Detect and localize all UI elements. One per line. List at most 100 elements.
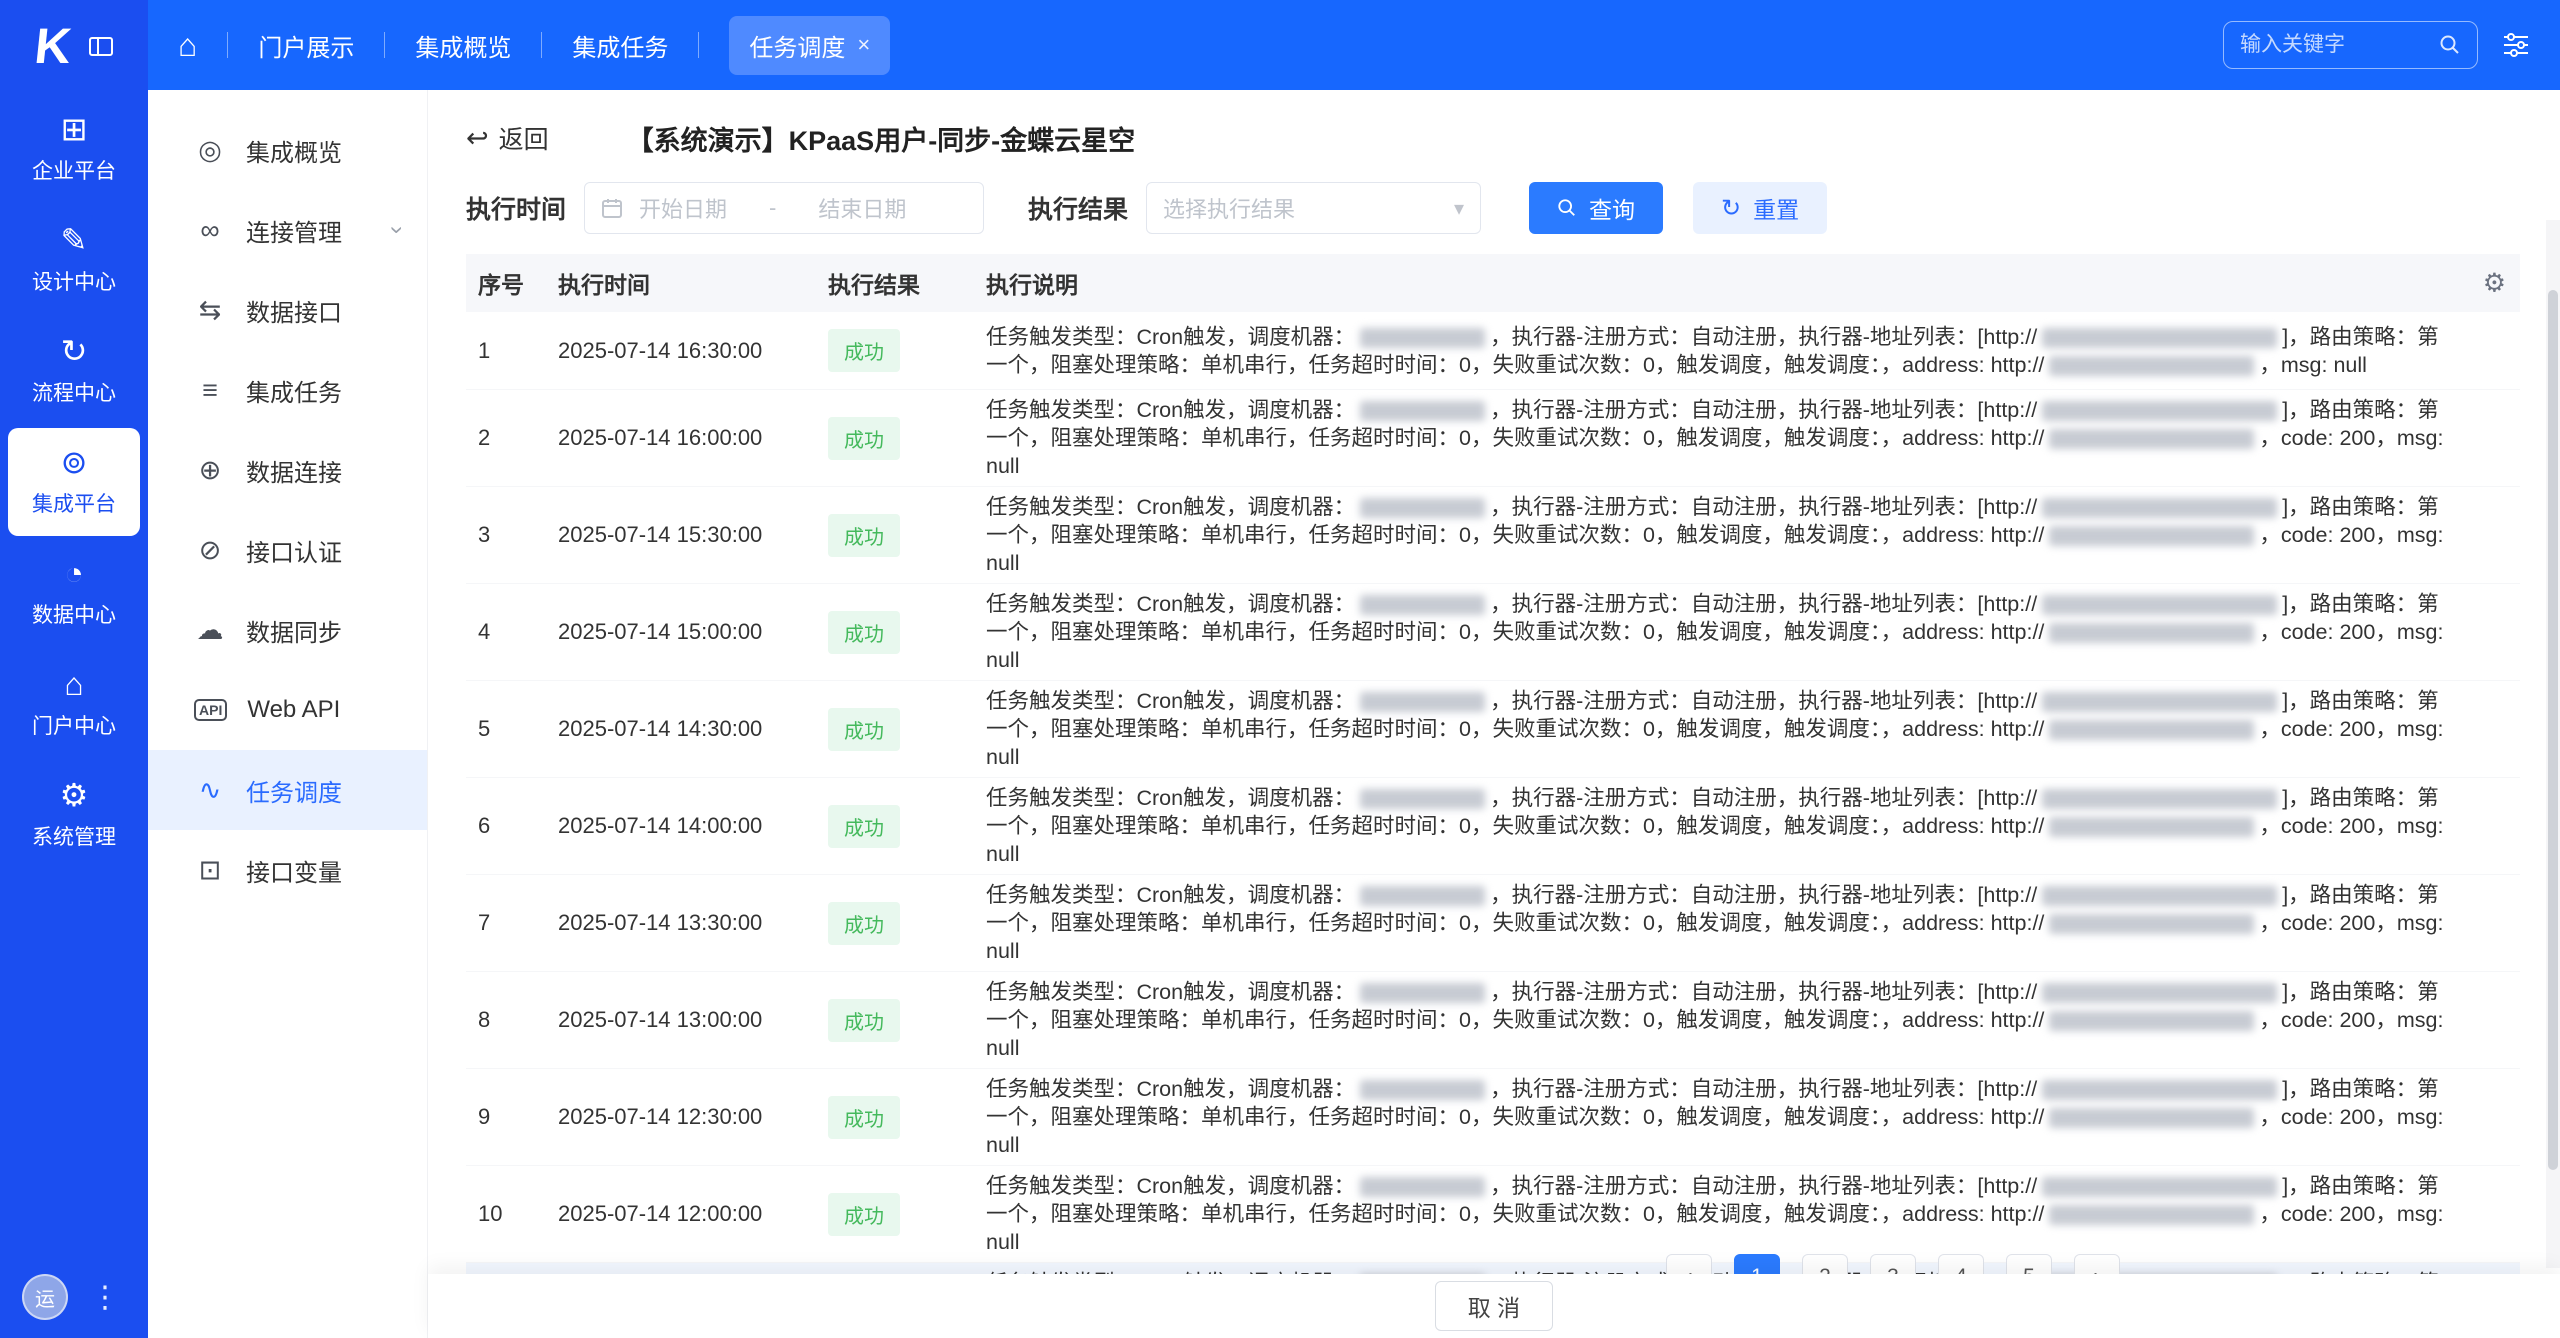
redacted-text (2049, 817, 2254, 837)
search-icon (1557, 198, 1577, 218)
redacted-text (2042, 595, 2277, 615)
query-button[interactable]: 查询 (1529, 182, 1663, 234)
cell-result: 成功 (828, 902, 986, 945)
connect-icon: ∞ (194, 217, 226, 244)
rail-item-label: 门户中心 (32, 710, 116, 740)
start-date-placeholder[interactable]: 开始日期 (639, 192, 727, 224)
footer-bar: 取 消 (428, 1274, 2560, 1338)
sidebar-item-接口认证[interactable]: ⊘ 接口认证 (148, 510, 427, 590)
table-settings-gear-icon[interactable]: ⚙ (2483, 268, 2506, 299)
rail-item-label: 企业平台 (32, 155, 116, 185)
design-icon: ✎ (61, 224, 88, 256)
rail-item-系统管理[interactable]: ⚙ 系统管理 (8, 761, 140, 869)
redacted-text (1360, 886, 1485, 906)
topnav-集成概览[interactable]: 集成概览 (415, 28, 511, 63)
table-row[interactable]: 10 2025-07-14 12:00:00 成功 任务触发类型：Cron触发，… (466, 1166, 2520, 1263)
table-row[interactable]: 1 2025-07-14 16:30:00 成功 任务触发类型：Cron触发，调… (466, 312, 2520, 390)
back-label: 返回 (499, 120, 549, 156)
filter-time-label: 执行时间 (466, 190, 566, 226)
table-row[interactable]: 3 2025-07-14 15:30:00 成功 任务触发类型：Cron触发，调… (466, 487, 2520, 584)
collapse-panel-icon[interactable] (89, 37, 113, 56)
rail-item-设计中心[interactable]: ✎ 设计中心 (8, 206, 140, 314)
redacted-text (1360, 498, 1485, 518)
topnav-集成任务[interactable]: 集成任务 (572, 28, 668, 63)
cell-description: 任务触发类型：Cron触发，调度机器：，执行器-注册方式：自动注册，执行器-地址… (986, 584, 2520, 680)
topbar: ⌂ 门户展示 集成概览 集成任务 任务调度 × (148, 0, 2560, 90)
divider (384, 32, 385, 58)
sidebar-item-集成概览[interactable]: ◎ 集成概览 (148, 110, 427, 190)
sidebar-item-label: 接口变量 (246, 853, 342, 888)
query-label: 查询 (1589, 191, 1635, 225)
sidebar-item-Web API[interactable]: API Web API (148, 670, 427, 750)
date-range-picker[interactable]: 开始日期 - 结束日期 (584, 182, 984, 234)
close-icon[interactable]: × (857, 32, 870, 58)
topbar-nav: 门户展示 集成概览 集成任务 (258, 28, 729, 63)
sidebar-item-集成任务[interactable]: ≡ 集成任务 (148, 350, 427, 430)
redacted-text (2042, 789, 2277, 809)
reset-button[interactable]: ↻ 重置 (1693, 182, 1827, 234)
table-row[interactable]: 2 2025-07-14 16:00:00 成功 任务触发类型：Cron触发，调… (466, 390, 2520, 487)
more-options-icon[interactable]: ⋮ (90, 1280, 120, 1315)
redacted-text (2049, 1011, 2254, 1031)
back-arrow-icon: ↩ (466, 123, 489, 154)
tab-task-schedule[interactable]: 任务调度 × (729, 16, 890, 75)
sidebar-item-数据连接[interactable]: ⊕ 数据连接 (148, 430, 427, 510)
result-select[interactable]: 选择执行结果 ▾ (1146, 182, 1481, 234)
redacted-text (1360, 1177, 1485, 1197)
sidebar-item-连接管理[interactable]: ∞ 连接管理 › (148, 190, 427, 270)
topnav-门户展示[interactable]: 门户展示 (258, 28, 354, 63)
search-input[interactable] (2240, 33, 2429, 57)
main-content: ↩ 返回 【系统演示】KPaaS用户-同步-金蝶云星空 执行时间 开始日期 - (428, 90, 2560, 1338)
scrollbar-thumb[interactable] (2548, 290, 2558, 1170)
cell-time: 2025-07-14 13:30:00 (558, 910, 828, 936)
cell-index: 3 (466, 522, 558, 548)
table-row[interactable]: 8 2025-07-14 13:00:00 成功 任务触发类型：Cron触发，调… (466, 972, 2520, 1069)
status-badge: 成功 (828, 805, 900, 848)
sidebar-item-label: 集成任务 (246, 373, 342, 408)
search-icon[interactable] (2439, 34, 2461, 56)
sidebar-item-接口变量[interactable]: ⊡ 接口变量 (148, 830, 427, 910)
cell-time: 2025-07-14 15:00:00 (558, 619, 828, 645)
rail-item-门户中心[interactable]: ⌂ 门户中心 (8, 650, 140, 758)
avatar[interactable]: 运 (22, 1274, 68, 1320)
home-icon[interactable]: ⌂ (178, 29, 197, 61)
back-button[interactable]: ↩ 返回 (466, 120, 549, 156)
rail-item-企业平台[interactable]: ⊞ 企业平台 (8, 95, 140, 203)
api-icon: ⇆ (194, 297, 226, 324)
sidebar-item-数据接口[interactable]: ⇆ 数据接口 (148, 270, 427, 350)
rail-item-label: 集成平台 (32, 488, 116, 518)
cell-index: 9 (466, 1104, 558, 1130)
date-separator: - (769, 195, 776, 221)
redacted-text (2042, 692, 2277, 712)
redacted-text (1360, 595, 1485, 615)
sidebar-item-任务调度[interactable]: ∿ 任务调度 (148, 750, 427, 830)
cell-index: 8 (466, 1007, 558, 1033)
table-row[interactable]: 5 2025-07-14 14:30:00 成功 任务触发类型：Cron触发，调… (466, 681, 2520, 778)
sidebar: ◎ 集成概览 ∞ 连接管理 › ⇆ 数据接口 ≡ 集成任务 ⊕ 数据连接 ⊘ 接… (148, 90, 428, 1338)
redacted-text (2042, 1177, 2277, 1197)
redacted-text (1360, 983, 1485, 1003)
filter-sliders-icon[interactable] (2502, 32, 2530, 58)
redacted-text (2049, 526, 2254, 546)
sidebar-item-label: 数据接口 (246, 293, 342, 328)
rail-item-数据中心[interactable]: ◔ 数据中心 (8, 539, 140, 647)
rail-item-流程中心[interactable]: ↻ 流程中心 (8, 317, 140, 425)
task-icon: ≡ (194, 377, 226, 404)
table-row[interactable]: 6 2025-07-14 14:00:00 成功 任务触发类型：Cron触发，调… (466, 778, 2520, 875)
status-badge: 成功 (828, 417, 900, 460)
cancel-button[interactable]: 取 消 (1435, 1281, 1553, 1331)
rail-item-集成平台[interactable]: ⊚ 集成平台 (8, 428, 140, 536)
page-title: 【系统演示】KPaaS用户-同步-金蝶云星空 (627, 119, 1136, 158)
table-row[interactable]: 7 2025-07-14 13:30:00 成功 任务触发类型：Cron触发，调… (466, 875, 2520, 972)
cell-result: 成功 (828, 611, 986, 654)
table-row[interactable]: 4 2025-07-14 15:00:00 成功 任务触发类型：Cron触发，调… (466, 584, 2520, 681)
redacted-text (1360, 692, 1485, 712)
end-date-placeholder[interactable]: 结束日期 (818, 192, 906, 224)
table-row[interactable]: 9 2025-07-14 12:30:00 成功 任务触发类型：Cron触发，调… (466, 1069, 2520, 1166)
search-box[interactable] (2223, 21, 2478, 69)
divider (698, 32, 699, 58)
sidebar-item-label: 接口认证 (246, 533, 342, 568)
redacted-text (2049, 914, 2254, 934)
sidebar-item-数据同步[interactable]: ☁ 数据同步 (148, 590, 427, 670)
cell-time: 2025-07-14 14:00:00 (558, 813, 828, 839)
